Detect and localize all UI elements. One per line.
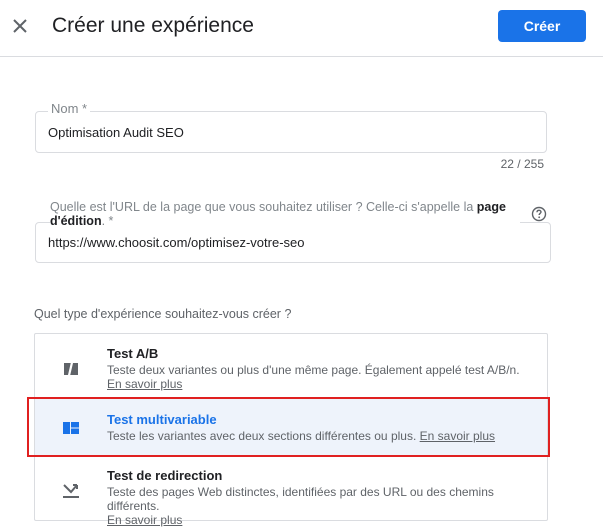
option-description: Teste deux variantes ou plus d'une même … — [107, 363, 520, 391]
ab-test-icon — [64, 362, 78, 376]
redirect-icon — [63, 484, 79, 498]
experience-type-list: Test A/B Teste deux variantes ou plus d'… — [34, 333, 548, 527]
option-ab-test[interactable]: Test A/B Teste deux variantes ou plus d'… — [35, 334, 547, 396]
close-button[interactable] — [8, 12, 32, 40]
url-field-label: Quelle est l'URL de la page que vous sou… — [50, 200, 520, 228]
help-circle-icon[interactable] — [531, 206, 547, 222]
character-counter: 22 / 255 — [500, 157, 544, 171]
close-icon — [13, 19, 27, 33]
option-description: Teste des pages Web distinctes, identifi… — [107, 485, 494, 527]
option-multivariate-test[interactable]: Test multivariable Teste les variantes a… — [35, 398, 547, 456]
option-description: Teste les variantes avec deux sections d… — [107, 429, 496, 443]
learn-more-link[interactable]: En savoir plus — [420, 429, 495, 443]
learn-more-link[interactable]: En savoir plus — [107, 377, 182, 391]
option-title: Test A/B — [107, 346, 159, 361]
name-field-label: Nom * — [48, 101, 91, 116]
page-title: Créer une expérience — [52, 14, 254, 37]
dialog-header: Créer une expérience Créer — [0, 0, 603, 57]
option-redirect-test[interactable]: Test de redirection Teste des pages Web … — [35, 456, 547, 527]
option-title: Test multivariable — [107, 412, 217, 427]
option-title: Test de redirection — [107, 468, 223, 483]
url-input[interactable]: https://www.choosit.com/optimisez-votre-… — [48, 235, 304, 250]
multivariate-icon — [63, 422, 79, 434]
name-input[interactable]: Optimisation Audit SEO — [48, 125, 184, 140]
experience-type-question: Quel type d'expérience souhaitez-vous cr… — [34, 307, 292, 321]
create-button[interactable]: Créer — [498, 10, 586, 42]
